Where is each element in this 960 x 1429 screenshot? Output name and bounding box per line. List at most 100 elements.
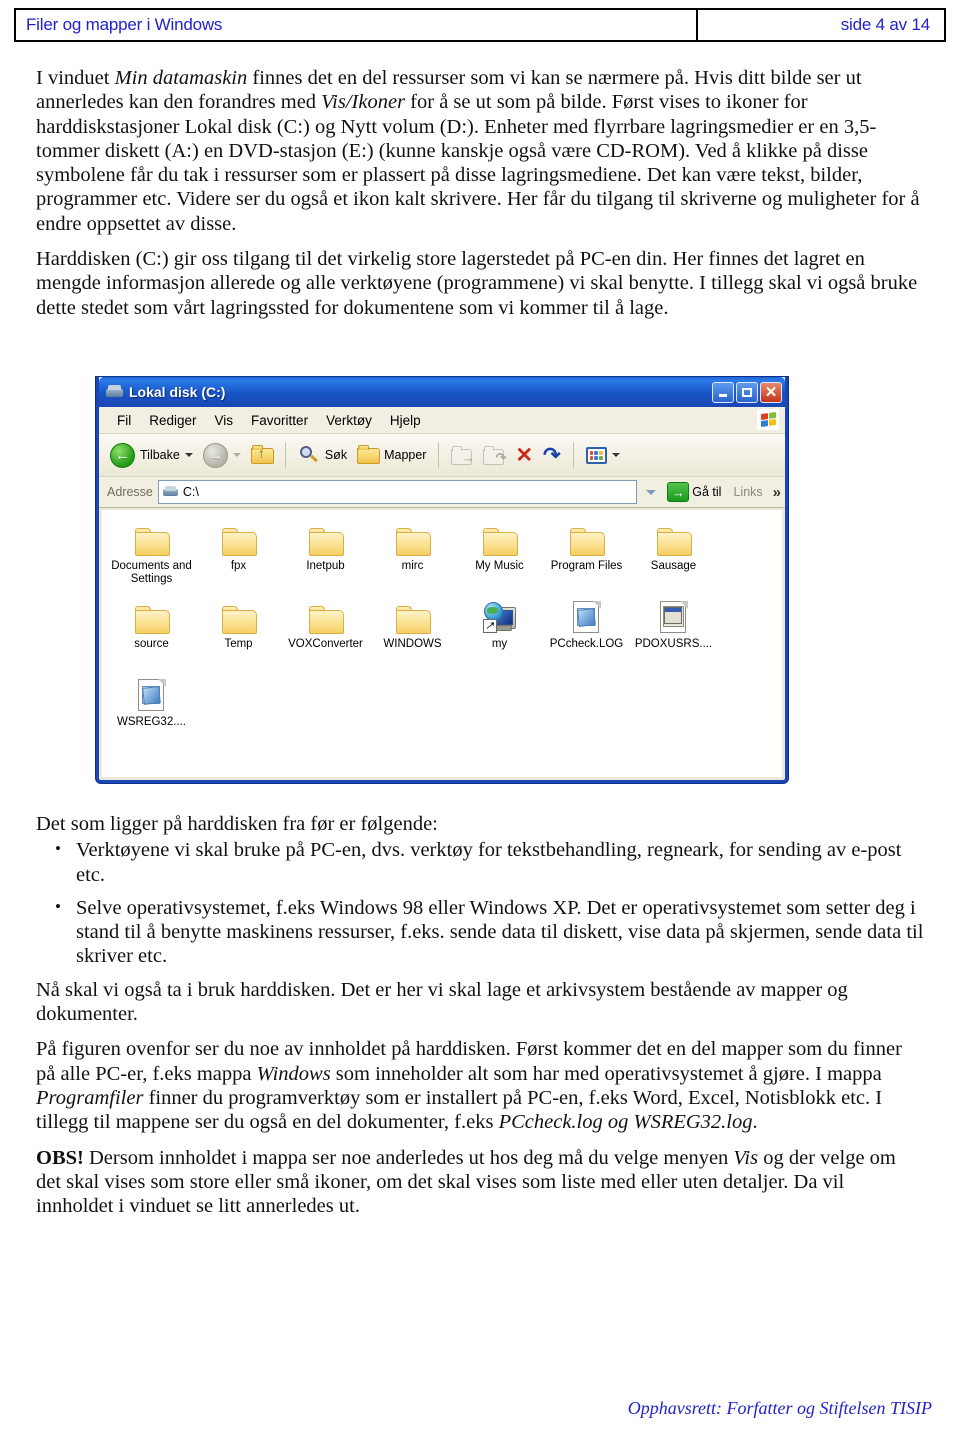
- move-to-button[interactable]: →: [446, 444, 478, 467]
- list-item-label: WINDOWS: [383, 638, 442, 650]
- back-arrow-icon: ←: [110, 442, 135, 468]
- list-item-label: Inetpub: [306, 560, 345, 572]
- list-item-label: Program Files: [550, 560, 623, 572]
- folder-icon: [656, 518, 692, 556]
- menu-item-rediger[interactable]: Rediger: [140, 411, 205, 430]
- list-item[interactable]: source: [108, 596, 195, 672]
- list-item[interactable]: PDOXUSRS....: [630, 596, 717, 672]
- delete-x-icon: ✕: [515, 443, 534, 467]
- header-page-cell: side 4 av 14: [698, 10, 944, 40]
- list-item-label: source: [134, 638, 169, 650]
- folder-icon: [221, 518, 257, 556]
- search-icon: [298, 445, 320, 465]
- menu-bar: Fil Rediger Vis Favoritter Verktøy Hjelp: [99, 407, 785, 434]
- hard-drive-icon: [106, 384, 123, 400]
- list-item-label: mirc: [401, 560, 424, 572]
- explorer-screenshot-figure: Lokal disk (C:) ✕ Fil Rediger Vis Favori…: [96, 377, 788, 783]
- list-item[interactable]: My Music: [456, 518, 543, 594]
- list-item-label: Documents and Settings: [111, 560, 192, 585]
- menu-item-fil[interactable]: Fil: [108, 411, 140, 430]
- maximize-button[interactable]: [736, 381, 758, 403]
- list-item-label: fpx: [230, 560, 247, 572]
- paragraph-4: Nå skal vi også ta i bruk harddisken. De…: [36, 978, 848, 1026]
- address-input[interactable]: C:\: [157, 480, 638, 504]
- views-button[interactable]: [581, 445, 625, 466]
- folders-button[interactable]: Mapper: [352, 444, 431, 466]
- paragraph-1: I vinduet Min datamaskin finnes det en d…: [36, 66, 924, 236]
- window-titlebar: Lokal disk (C:) ✕: [99, 377, 785, 407]
- address-dropdown-button[interactable]: [642, 482, 659, 502]
- list-item-label: PCcheck.LOG: [549, 638, 624, 650]
- links-label[interactable]: Links: [733, 485, 762, 499]
- list-item[interactable]: Program Files: [543, 518, 630, 594]
- folder-icon: [395, 518, 431, 556]
- folder-icon: [482, 518, 518, 556]
- up-button[interactable]: ↑: [246, 444, 278, 466]
- page-header: Filer og mapper i Windows side 4 av 14: [14, 8, 946, 42]
- list-item-label: WSREG32....: [116, 716, 187, 728]
- copyright-notice: Opphavsrett: Forfatter og Stiftelsen TIS…: [627, 1398, 932, 1418]
- page-footer: Opphavsrett: Forfatter og Stiftelsen TIS…: [0, 1398, 960, 1419]
- back-button[interactable]: ← Tilbake: [105, 441, 198, 470]
- page-indicator: side 4 av 14: [840, 15, 930, 34]
- document-body-top: I vinduet Min datamaskin finnes det en d…: [36, 66, 924, 331]
- list-item[interactable]: mirc: [369, 518, 456, 594]
- p1-part-a: I vinduet: [36, 67, 115, 89]
- folder-icon: [134, 596, 170, 634]
- explorer-window: Lokal disk (C:) ✕ Fil Rediger Vis Favori…: [96, 377, 788, 783]
- folder-icon: [308, 518, 344, 556]
- list-item[interactable]: ↗ my: [456, 596, 543, 672]
- menu-item-favoritter[interactable]: Favoritter: [242, 411, 317, 430]
- list-item[interactable]: WINDOWS: [369, 596, 456, 672]
- chevron-right-icon[interactable]: »: [773, 484, 781, 501]
- file-list-pane[interactable]: Documents and Settings fpx Inetpub mirc …: [102, 510, 782, 777]
- list-item[interactable]: Sausage: [630, 518, 717, 594]
- copy-to-button[interactable]: ↷: [478, 444, 510, 467]
- document-title: Filer og mapper i Windows: [26, 15, 223, 34]
- menu-item-verktoy[interactable]: Verktøy: [317, 411, 381, 430]
- search-button-label: Søk: [324, 448, 348, 462]
- folder-up-icon: ↑: [250, 445, 274, 464]
- close-icon: ✕: [764, 383, 778, 401]
- list-item[interactable]: Inetpub: [282, 518, 369, 594]
- list-item-label: PDOXUSRS....: [634, 638, 713, 650]
- list-item[interactable]: Documents and Settings: [108, 518, 195, 594]
- go-button-label: Gå til: [692, 485, 722, 499]
- back-dropdown-icon[interactable]: [184, 453, 193, 457]
- menu-item-hjelp[interactable]: Hjelp: [381, 411, 430, 430]
- undo-button[interactable]: ↶: [538, 443, 566, 468]
- back-button-label: Tilbake: [140, 448, 180, 462]
- list-item-label: my: [491, 638, 508, 650]
- file-icon-grid: Documents and Settings fpx Inetpub mirc …: [102, 510, 782, 752]
- list-item[interactable]: Temp: [195, 596, 282, 672]
- go-arrow-icon: →: [667, 482, 690, 502]
- p1-emph-min-datamaskin: Min datamaskin: [114, 67, 248, 89]
- address-value: C:\: [182, 485, 199, 499]
- p6-emph-vis: Vis: [733, 1146, 759, 1169]
- list-item[interactable]: fpx: [195, 518, 282, 594]
- folder-icon: [221, 596, 257, 634]
- p6-obs-label: OBS!: [36, 1146, 84, 1169]
- views-dropdown-icon[interactable]: [611, 453, 620, 457]
- delete-button[interactable]: ✕: [510, 443, 538, 468]
- list-item[interactable]: PCcheck.LOG: [543, 596, 630, 672]
- list-item-label: Temp: [224, 638, 253, 650]
- paragraph-6: OBS! Dersom innholdet i mappa ser noe an…: [36, 1146, 924, 1219]
- toolbar-separator-3: [572, 442, 574, 468]
- header-title-cell: Filer og mapper i Windows: [16, 10, 698, 40]
- p5-emph-windows: Windows: [256, 1062, 331, 1085]
- search-button[interactable]: Søk: [293, 443, 352, 467]
- go-button[interactable]: → Gå til: [664, 482, 721, 502]
- forward-dropdown-icon[interactable]: [232, 453, 241, 457]
- p5-emph-programfiler: Programfiler: [36, 1086, 144, 1109]
- close-button[interactable]: ✕: [760, 381, 782, 403]
- list-item-label: My Music: [475, 560, 524, 572]
- list-item[interactable]: VOXConverter: [282, 596, 369, 672]
- folders-button-label: Mapper: [384, 448, 427, 462]
- paragraph-3: Det som ligger på harddisken fra før er …: [36, 813, 438, 835]
- minimize-button[interactable]: [712, 381, 734, 403]
- menu-item-vis[interactable]: Vis: [206, 411, 243, 430]
- forward-button[interactable]: →: [198, 441, 246, 470]
- toolbar-separator-1: [284, 442, 286, 468]
- list-item[interactable]: WSREG32....: [108, 674, 195, 750]
